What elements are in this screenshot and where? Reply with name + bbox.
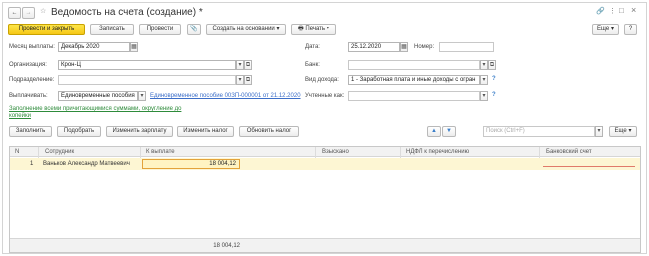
link-icon[interactable]: 🔗 [596,7,605,15]
attach-icon[interactable]: 📎 [187,24,201,35]
income-dropdown-icon[interactable]: ▾ [480,75,488,85]
accounted-label: Учтенные как: [305,93,345,99]
help-button[interactable]: ? [624,24,637,35]
write-button[interactable]: Записать [90,24,134,35]
row-number: 1 [30,161,34,167]
printer-icon: 🖶 [298,26,304,32]
help-question-icon[interactable]: ? [492,76,496,82]
table-more-button[interactable]: Еще ▾ [609,126,637,137]
table-more-label: Еще [614,128,627,134]
income-label: Вид дохода: [305,77,339,83]
date-field[interactable]: 25.12.2020 [348,42,400,52]
bank-open-icon[interactable]: ⧉ [488,60,496,70]
row-bank-account-required[interactable] [543,166,635,167]
maximize-icon[interactable]: □ [619,6,624,15]
more-button[interactable]: Еще ▾ [592,24,619,35]
pay-dropdown-icon[interactable]: ▾ [138,91,146,101]
accounted-field[interactable] [348,91,480,101]
print-button[interactable]: 🖶 Печать ▾ [291,24,336,35]
col-employee[interactable]: Сотрудник [42,147,142,157]
org-dropdown-icon[interactable]: ▾ [236,60,244,70]
select-button[interactable]: Подобрать [57,126,101,137]
search-dropdown-icon[interactable]: ▾ [595,126,603,137]
column-divider [140,147,141,158]
change-tax-button[interactable]: Изменить налог [177,126,234,137]
benefit-document-link[interactable]: Единовременное пособие 00ЗП-000001 от 21… [150,92,301,100]
change-salary-button[interactable]: Изменить зарплату [106,126,173,137]
col-bank-account[interactable]: Банковский счет [543,147,633,157]
help-question-icon[interactable]: ? [492,92,496,98]
row-to-pay-input[interactable]: 18 004,12 [142,159,240,169]
table-footer: 18 004,12 [10,238,640,252]
create-based-on-button[interactable]: Создать на основании ▾ [206,24,286,35]
chevron-down-icon: ▾ [276,26,280,32]
income-field[interactable]: 1 - Заработная плата и иные доходы с огр… [348,75,480,85]
org-label: Организация: [9,62,47,68]
move-down-icon[interactable]: ▼ [442,126,456,137]
more-label: Еще [597,26,610,32]
row-employee[interactable]: Ваньков Александр Матвеевич [43,158,130,170]
post-button[interactable]: Провести [139,24,181,35]
column-divider [38,147,39,158]
number-label: Номер: [414,44,435,50]
pay-field[interactable]: Единовременные пособия [58,91,138,101]
total-to-pay: 18 004,12 [213,243,240,249]
search-input[interactable]: Поиск (Ctrl+F) [483,126,595,137]
column-divider [315,147,316,158]
page-title: Ведомость на счета (создание) * [51,7,203,18]
back-button[interactable]: ← [8,7,21,19]
number-field[interactable] [439,42,494,52]
col-n[interactable]: N [12,147,37,157]
column-divider [400,147,401,158]
close-icon[interactable]: × [631,5,636,15]
favorite-star-icon[interactable]: ☆ [40,7,46,15]
bank-label: Банк: [305,62,320,68]
col-withheld[interactable]: Взыскано [319,147,399,157]
org-open-icon[interactable]: ⧉ [244,60,252,70]
bank-field[interactable] [348,60,480,70]
document-window: ← → ☆ Ведомость на счета (создание) * 🔗 … [2,2,647,254]
org-field[interactable]: Крон-Ц [58,60,236,70]
forward-button[interactable]: → [22,7,35,19]
create-based-on-label: Создать на основании [212,26,275,32]
calendar-icon[interactable]: ▦ [400,42,408,52]
move-up-icon[interactable]: ▲ [427,126,441,137]
column-divider [539,147,540,158]
pay-label: Выплачивать: [9,93,48,99]
more-menu-icon[interactable]: ⋮ [609,7,616,15]
chevron-down-icon: ▾ [628,128,632,134]
dept-open-icon[interactable]: ⧉ [244,75,252,85]
month-field[interactable]: Декабрь 2020 [58,42,130,52]
dept-dropdown-icon[interactable]: ▾ [236,75,244,85]
col-to-pay[interactable]: К выплате [143,147,313,157]
dept-field[interactable] [58,75,236,85]
payments-table: N Сотрудник К выплате Взыскано НДФЛ к пе… [9,146,641,253]
month-label: Месяц выплаты: [9,44,55,50]
col-ndfl[interactable]: НДФЛ к перечислению [403,147,523,157]
table-row[interactable]: 1 Ваньков Александр Матвеевич 18 004,12 [10,158,640,170]
chevron-down-icon: ▾ [610,26,614,32]
chevron-down-icon: ▾ [326,26,329,32]
dept-label: Подразделение: [9,77,55,83]
date-label: Дата: [305,44,320,50]
accounted-dropdown-icon[interactable]: ▾ [480,91,488,101]
fill-mode-link[interactable]: Заполнение всеми причитающимися суммами,… [9,106,199,120]
print-label: Печать [305,26,326,32]
bank-dropdown-icon[interactable]: ▾ [480,60,488,70]
post-and-close-button[interactable]: Провести и закрыть [8,24,85,35]
fill-button[interactable]: Заполнить [9,126,52,137]
calendar-icon[interactable]: ▦ [130,42,138,52]
update-tax-button[interactable]: Обновить налог [239,126,299,137]
